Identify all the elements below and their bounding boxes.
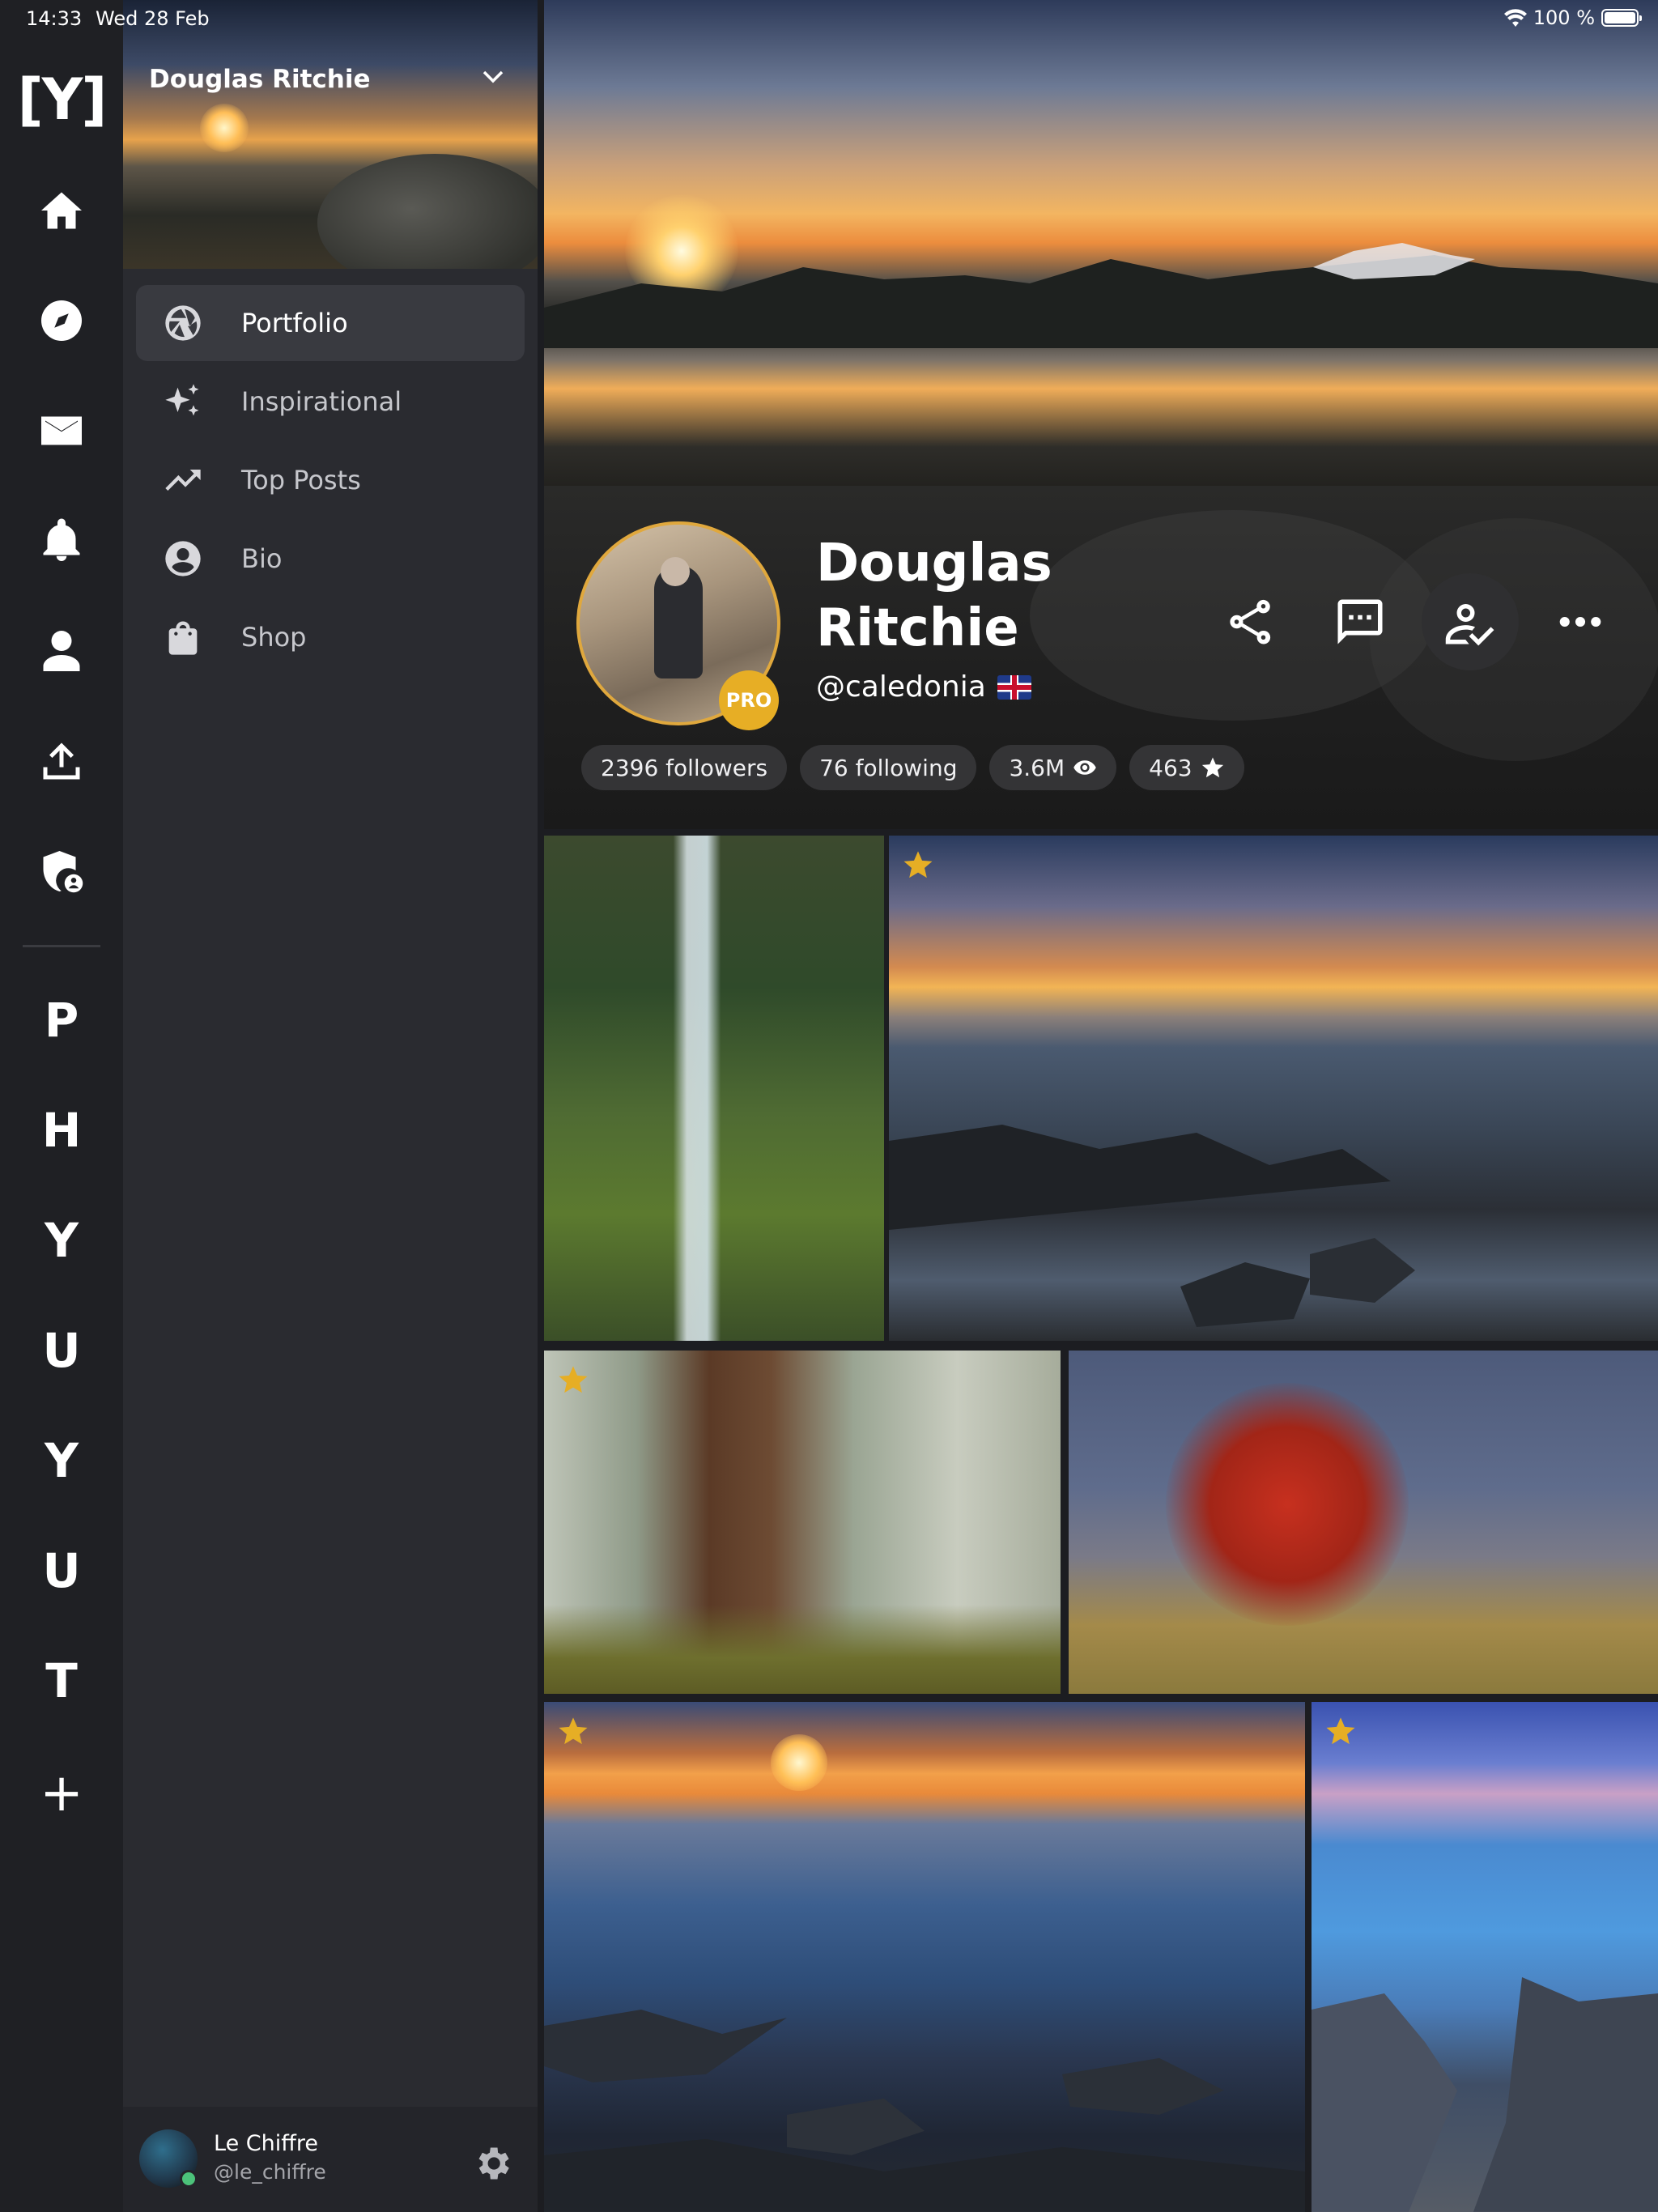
message-button[interactable] bbox=[1312, 573, 1409, 670]
battery-text: 100 % bbox=[1533, 6, 1595, 29]
more-horizontal-icon bbox=[1559, 616, 1601, 627]
nav-label-portfolio: Portfolio bbox=[241, 308, 348, 338]
shield-icon[interactable] bbox=[36, 845, 87, 897]
followers-pill[interactable]: 2396 followers bbox=[581, 745, 788, 790]
rail-divider bbox=[23, 945, 100, 947]
rail-letter-2[interactable]: H bbox=[0, 1103, 123, 1158]
add-button[interactable]: + bbox=[0, 1763, 123, 1823]
photo-redwood-forest[interactable] bbox=[544, 1351, 1061, 1694]
profile-handle: @caledonia bbox=[816, 670, 986, 704]
followers-count: 2396 followers bbox=[601, 754, 768, 781]
rail-letter-7[interactable]: T bbox=[0, 1653, 123, 1708]
photo-cliff-rocks bbox=[1312, 1977, 1658, 2212]
rail-letter-1[interactable]: P bbox=[0, 993, 123, 1048]
stars-count: 463 bbox=[1149, 754, 1192, 781]
rail-letter-5[interactable]: Y bbox=[0, 1433, 123, 1488]
wifi-icon bbox=[1503, 9, 1527, 27]
featured-star-icon bbox=[557, 1715, 589, 1747]
sparkle-icon bbox=[160, 379, 206, 424]
stars-pill[interactable]: 463 bbox=[1129, 745, 1244, 790]
trending-icon bbox=[160, 457, 206, 503]
pro-badge: PRO bbox=[719, 670, 779, 730]
share-icon bbox=[1230, 599, 1271, 644]
nav-label-inspirational: Inspirational bbox=[241, 386, 402, 417]
profile-main: PRO Douglas Ritchie @caledonia 2396 foll… bbox=[544, 0, 1658, 2212]
home-icon[interactable] bbox=[36, 185, 87, 236]
more-options-button[interactable] bbox=[1532, 573, 1629, 670]
mail-icon[interactable] bbox=[36, 405, 87, 457]
nav-label-top-posts: Top Posts bbox=[241, 465, 361, 496]
nav-label-shop: Shop bbox=[241, 622, 307, 653]
nav-item-shop[interactable]: Shop bbox=[136, 599, 525, 675]
user-handle: @le_chiffre bbox=[214, 2160, 326, 2184]
compass-icon[interactable] bbox=[36, 295, 87, 347]
chat-icon bbox=[1337, 599, 1383, 644]
person-check-icon bbox=[1445, 604, 1494, 646]
cover-photo[interactable] bbox=[544, 0, 1658, 486]
profile-header: PRO Douglas Ritchie @caledonia 2396 foll… bbox=[544, 486, 1658, 829]
photo-waterfall[interactable] bbox=[544, 836, 884, 1341]
status-right: 100 % bbox=[1503, 6, 1642, 29]
share-button[interactable] bbox=[1201, 573, 1299, 670]
profile-handle-row: @caledonia bbox=[816, 670, 1031, 704]
shopping-bag-icon bbox=[160, 615, 206, 660]
online-status-dot bbox=[180, 2170, 198, 2188]
header-image-rock bbox=[317, 154, 538, 269]
status-date: Wed 28 Feb bbox=[96, 7, 210, 30]
header-image-sun bbox=[200, 104, 249, 152]
nav-item-inspirational[interactable]: Inspirational bbox=[136, 364, 525, 440]
rail-letter-6[interactable]: U bbox=[0, 1543, 123, 1598]
photo-rocks bbox=[889, 1124, 1415, 1327]
app-logo[interactable]: [Y] bbox=[0, 66, 123, 133]
eye-icon bbox=[1073, 760, 1096, 775]
uk-flag-icon bbox=[997, 674, 1031, 700]
following-button[interactable] bbox=[1422, 573, 1519, 670]
featured-star-icon bbox=[1324, 1715, 1357, 1747]
status-time: 14:33 bbox=[26, 7, 83, 30]
status-bar: 14:33 Wed 28 Feb 100 % bbox=[0, 0, 1658, 36]
photo-red-tree-canopy bbox=[1166, 1383, 1409, 1626]
rail-letter-4[interactable]: U bbox=[0, 1323, 123, 1378]
featured-star-icon bbox=[557, 1363, 589, 1396]
photo-sun bbox=[771, 1734, 827, 1791]
views-count: 3.6M bbox=[1009, 754, 1065, 781]
photo-pier-blue[interactable] bbox=[1312, 1702, 1658, 2212]
nav-item-bio[interactable]: Bio bbox=[136, 521, 525, 597]
star-icon bbox=[1201, 757, 1223, 778]
photo-forest-ground bbox=[544, 1605, 1061, 1694]
following-count: 76 following bbox=[819, 754, 958, 781]
profile-stats: 2396 followers 76 following 3.6M 463 bbox=[581, 745, 1244, 790]
nav-label-bio: Bio bbox=[241, 543, 283, 574]
chevron-down-icon[interactable] bbox=[483, 70, 504, 84]
battery-icon bbox=[1601, 9, 1642, 27]
aperture-icon bbox=[160, 300, 206, 346]
nav-item-top-posts[interactable]: Top Posts bbox=[136, 442, 525, 518]
upload-icon[interactable] bbox=[36, 735, 87, 787]
photo-coast-sunset[interactable] bbox=[889, 836, 1658, 1341]
featured-star-icon bbox=[902, 849, 934, 881]
cover-mountains bbox=[544, 243, 1658, 348]
gear-icon[interactable] bbox=[471, 2142, 513, 2184]
side-drawer: Douglas Ritchie Portfolio Inspirational … bbox=[123, 0, 538, 2212]
drawer-header[interactable]: Douglas Ritchie bbox=[123, 0, 538, 269]
rail-letter-3[interactable]: Y bbox=[0, 1213, 123, 1268]
drawer-profile-name: Douglas Ritchie bbox=[149, 65, 371, 94]
bell-icon[interactable] bbox=[36, 515, 87, 567]
person-icon[interactable] bbox=[36, 625, 87, 677]
photo-rocky-shore-sunset[interactable] bbox=[544, 1702, 1305, 2212]
current-user-footer[interactable]: Le Chiffre @le_chiffre bbox=[123, 2107, 538, 2212]
following-pill[interactable]: 76 following bbox=[800, 745, 977, 790]
account-circle-icon bbox=[160, 536, 206, 581]
views-pill[interactable]: 3.6M bbox=[989, 745, 1117, 790]
avatar-head bbox=[661, 557, 690, 586]
user-name: Le Chiffre bbox=[214, 2131, 318, 2156]
photo-shore-rocks bbox=[544, 2010, 1305, 2212]
nav-item-portfolio[interactable]: Portfolio bbox=[136, 285, 525, 361]
profile-name: Douglas Ritchie bbox=[816, 534, 1052, 658]
photo-red-tree[interactable] bbox=[1069, 1351, 1658, 1694]
left-rail: [Y] P H Y U Y U T + bbox=[0, 0, 123, 2212]
